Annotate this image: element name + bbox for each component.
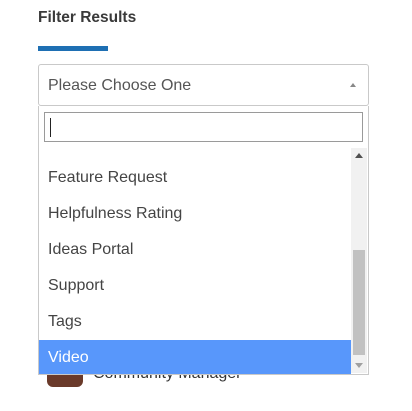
option-feature-request[interactable]: Feature Request xyxy=(39,160,351,196)
select-dropdown: Feature Request Helpfulness Rating Ideas… xyxy=(38,106,369,375)
triangle-up-icon xyxy=(348,77,358,93)
option-helpfulness-rating[interactable]: Helpfulness Rating xyxy=(39,196,351,232)
scroll-up-arrow-icon[interactable] xyxy=(351,148,367,164)
dropdown-search-input[interactable] xyxy=(44,112,363,142)
avatar xyxy=(47,375,83,387)
option-video[interactable]: Video xyxy=(39,340,351,374)
filter-results-title: Filter Results xyxy=(38,9,137,26)
select-current-value: Please Choose One xyxy=(48,77,192,94)
scrollbar-thumb[interactable] xyxy=(353,250,365,355)
option-support[interactable]: Support xyxy=(39,268,351,304)
option-tags[interactable]: Tags xyxy=(39,304,351,340)
text-caret xyxy=(50,118,51,137)
scroll-down-arrow-icon[interactable] xyxy=(351,357,367,373)
option-ideas-portal[interactable]: Ideas Portal xyxy=(39,232,351,268)
category-select[interactable]: Please Choose One xyxy=(38,64,369,106)
title-accent-bar xyxy=(38,46,108,51)
background-text: Community Manager xyxy=(93,375,242,383)
background-content-peek: Community Manager xyxy=(47,375,367,387)
option-list: Feature Request Helpfulness Rating Ideas… xyxy=(39,150,351,374)
dropdown-scrollbar[interactable] xyxy=(351,148,367,373)
option-partial-hidden xyxy=(39,150,351,160)
